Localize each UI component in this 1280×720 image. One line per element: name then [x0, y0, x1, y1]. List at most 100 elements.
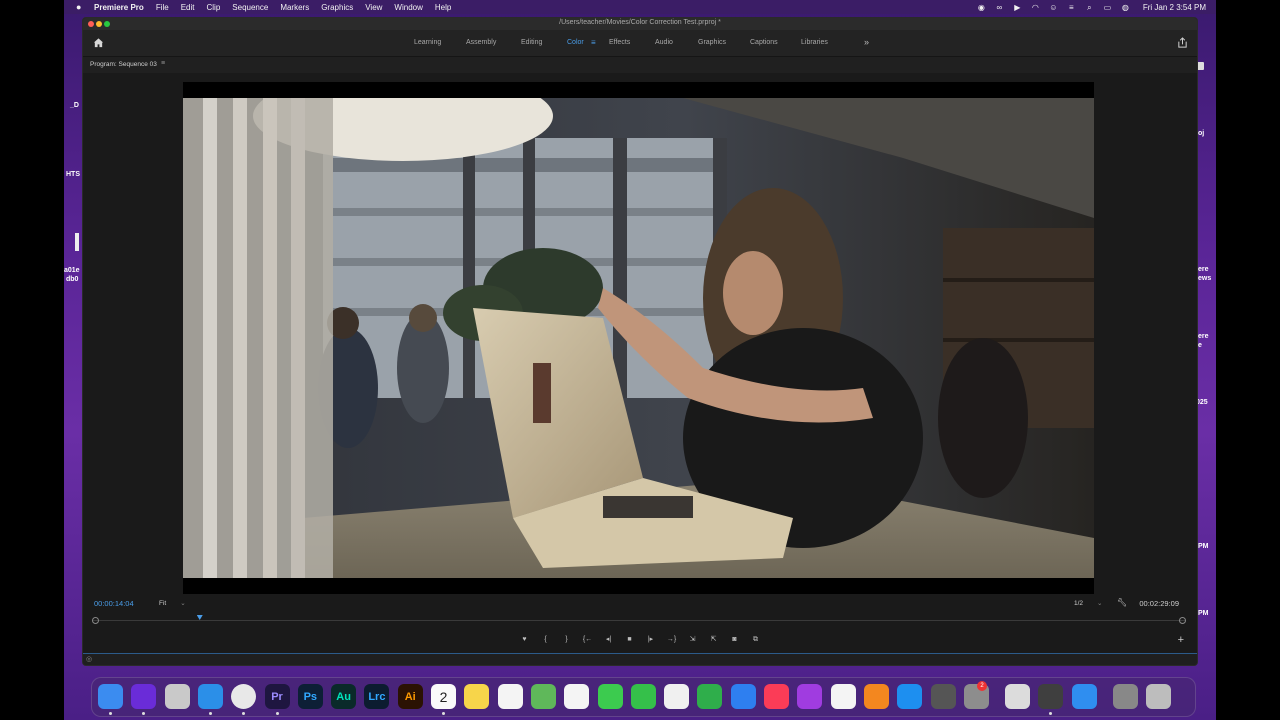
search-icon[interactable]: ⌕ — [1085, 3, 1094, 12]
workspace-tab-learning[interactable]: Learning — [414, 39, 441, 46]
dock-photos-icon[interactable] — [564, 684, 590, 709]
current-timecode[interactable]: 00:00:14:04 — [94, 599, 134, 608]
dock-mail-icon[interactable] — [1071, 684, 1097, 709]
running-indicator — [1049, 712, 1053, 715]
panel-menu-icon[interactable]: ≡ — [161, 60, 165, 67]
menu-clock[interactable]: Fri Jan 2 3:54 PM — [1143, 3, 1206, 12]
status-icon[interactable]: ◎ — [86, 655, 92, 663]
dock-trash-icon[interactable] — [1146, 684, 1172, 709]
dock-preview-icon[interactable] — [1005, 684, 1031, 709]
user-icon[interactable]: ☺ — [1049, 3, 1058, 12]
step-back-icon[interactable]: ◂| — [603, 634, 614, 645]
menu-graphics[interactable]: Graphics — [321, 3, 353, 12]
dock-notes-icon[interactable] — [464, 684, 490, 709]
chevron-down-icon: ⌄ — [1097, 600, 1103, 607]
zoom-handle-right[interactable] — [1179, 617, 1186, 624]
workspace-tab-effects[interactable]: Effects — [609, 39, 630, 46]
home-icon[interactable] — [93, 37, 104, 48]
apple-menu-icon[interactable]: ● — [76, 2, 86, 12]
mark-in-icon[interactable]: { — [540, 634, 551, 645]
menu-window[interactable]: Window — [394, 3, 422, 12]
button-editor-plus-icon[interactable]: + — [1178, 634, 1184, 646]
dock-downloads-icon[interactable] — [1113, 684, 1138, 709]
menu-help[interactable]: Help — [435, 3, 451, 12]
dock-audition-icon[interactable]: Au — [331, 684, 357, 709]
go-to-out-icon[interactable]: →} — [666, 634, 677, 645]
dock-siri-icon[interactable] — [131, 684, 157, 709]
menu-sequence[interactable]: Sequence — [232, 3, 268, 12]
dock-launchpad-icon[interactable] — [164, 684, 190, 709]
workspace-tab-graphics[interactable]: Graphics — [698, 39, 726, 46]
more-workspaces-icon[interactable]: » — [864, 37, 869, 47]
step-forward-icon[interactable]: |▸ — [645, 634, 656, 645]
dock-illustrator-icon[interactable]: Ai — [397, 684, 423, 709]
window-title: /Users/teacher/Movies/Color Correction T… — [559, 19, 721, 26]
insert-icon[interactable]: ⇲ — [687, 634, 698, 645]
creative-cloud-icon[interactable]: ∞ — [995, 3, 1004, 12]
menu-markers[interactable]: Markers — [280, 3, 309, 12]
dock-facetime-icon[interactable] — [630, 684, 656, 709]
dock-premiere-icon[interactable]: Pr — [264, 684, 290, 709]
dock-finder-icon[interactable] — [98, 684, 123, 709]
dock-calculator-icon[interactable] — [930, 684, 956, 709]
record-icon[interactable]: ◉ — [977, 3, 986, 12]
desktop-label-fragment: e — [1198, 342, 1202, 349]
go-to-in-icon[interactable]: {← — [582, 634, 593, 645]
workspace-tab-color[interactable]: Color — [567, 39, 584, 46]
settings-wrench-icon[interactable]: 🔧︎ — [1117, 598, 1127, 607]
dock-music-icon[interactable] — [764, 684, 789, 709]
zoom-handle-left[interactable] — [92, 617, 99, 624]
play-icon[interactable]: ▶ — [1013, 3, 1022, 12]
mark-out-icon[interactable]: } — [561, 634, 572, 645]
title-bar[interactable]: /Users/teacher/Movies/Color Correction T… — [83, 18, 1197, 30]
add-marker-icon[interactable]: ♥ — [519, 634, 530, 645]
dock-podcasts-icon[interactable] — [797, 684, 823, 709]
dock-reminders-icon[interactable] — [497, 684, 523, 709]
ruler-track — [93, 620, 1185, 621]
desktop-label-fragment: ere — [1198, 333, 1209, 340]
dock-app-store-icon[interactable] — [897, 684, 923, 709]
workspace-tab-assembly[interactable]: Assembly — [466, 39, 496, 46]
share-icon[interactable] — [1177, 37, 1188, 48]
menu-edit[interactable]: Edit — [181, 3, 195, 12]
dock-news-icon[interactable] — [830, 684, 856, 709]
control-center-icon[interactable]: ≡ — [1067, 3, 1076, 12]
comparison-view-icon[interactable]: ⧉ — [750, 634, 761, 645]
dock-books-icon[interactable] — [863, 684, 889, 709]
panel-title[interactable]: Program: Sequence 03 — [90, 61, 157, 68]
video-frame[interactable] — [183, 98, 1094, 578]
menu-view[interactable]: View — [365, 3, 382, 12]
dock-photoshop-icon[interactable]: Ps — [297, 684, 323, 709]
export-frame-icon[interactable]: ◙ — [729, 634, 740, 645]
stop-icon[interactable]: ■ — [624, 634, 635, 645]
workspace-menu-icon[interactable]: ≡ — [591, 38, 596, 47]
menu-app-name[interactable]: Premiere Pro — [94, 3, 144, 12]
dock-safari-icon[interactable] — [197, 684, 223, 709]
dock-numbers-icon[interactable] — [697, 684, 723, 709]
dock-keynote-icon[interactable] — [730, 684, 756, 709]
workspace-tab-captions[interactable]: Captions — [750, 39, 778, 46]
dock-maps-icon[interactable] — [530, 684, 556, 709]
dock-quicktime-icon[interactable] — [1038, 684, 1064, 709]
workspace-tab-libraries[interactable]: Libraries — [801, 39, 828, 46]
display-icon[interactable]: ▭ — [1103, 3, 1112, 12]
menu-clip[interactable]: Clip — [207, 3, 221, 12]
program-monitor[interactable] — [183, 82, 1094, 594]
wifi-icon[interactable]: ◠ — [1031, 3, 1040, 12]
workspace-tab-editing[interactable]: Editing — [521, 39, 542, 46]
menu-file[interactable]: File — [156, 3, 169, 12]
video-frame-image — [183, 98, 1094, 578]
dock-messages-icon[interactable] — [597, 684, 623, 709]
time-ruler[interactable] — [92, 615, 1186, 625]
dock: Pr Ps Au Lrc Ai 2 — [91, 677, 1196, 717]
running-indicator — [109, 712, 112, 715]
overwrite-icon[interactable]: ⇱ — [708, 634, 719, 645]
dock-freeform-icon[interactable] — [664, 684, 690, 709]
siri-icon[interactable]: ◍ — [1121, 3, 1130, 12]
zoom-select[interactable]: Fit ⌄ — [159, 599, 186, 607]
dock-chrome-icon[interactable] — [231, 684, 257, 709]
dock-calendar-icon[interactable]: 2 — [431, 684, 456, 709]
workspace-tab-audio[interactable]: Audio — [655, 39, 673, 46]
dock-lightroom-classic-icon[interactable]: Lrc — [364, 684, 390, 709]
resolution-select[interactable]: 1/2 ⌄ — [1074, 599, 1103, 607]
